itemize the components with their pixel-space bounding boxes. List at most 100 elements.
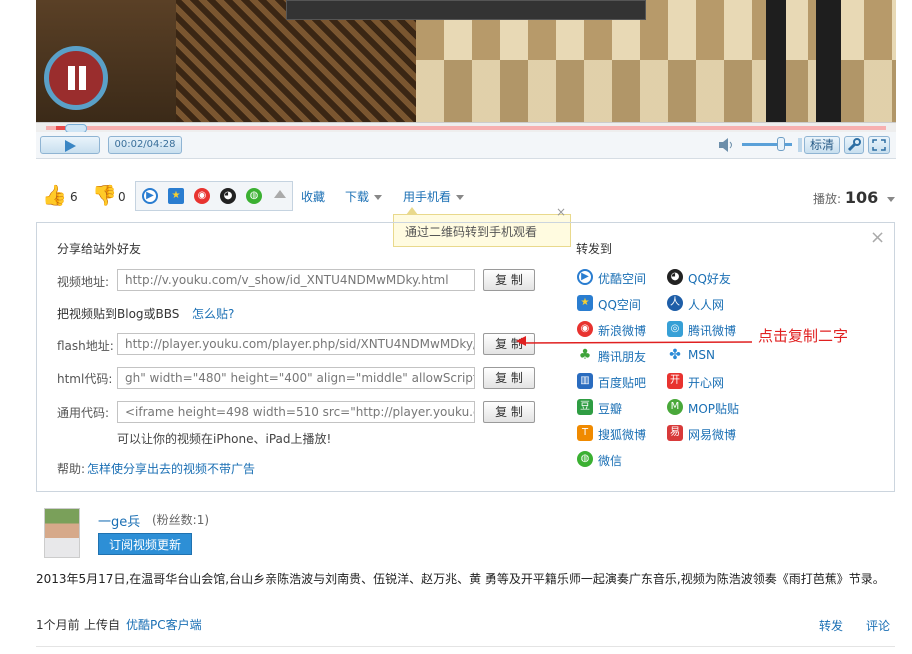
video-description: 2013年5月17日,在温哥华台山会馆,台山乡亲陈浩波与刘南贵、伍锐洋、赵万兆、… xyxy=(36,572,885,586)
youku-icon[interactable]: ▶ xyxy=(142,188,158,204)
youku-space-icon: ▶ xyxy=(577,269,593,285)
avatar[interactable] xyxy=(44,508,80,558)
copy-html-button[interactable]: 复 制 xyxy=(483,367,535,389)
annotation-text: 点击复制二字 xyxy=(758,327,849,345)
expand-arrow-icon[interactable] xyxy=(274,190,286,198)
generic-code-label: 通用代码: xyxy=(57,406,110,420)
download-menu[interactable]: 下载 xyxy=(345,188,383,205)
upload-time: 1个月前 xyxy=(36,618,80,632)
video-url-field[interactable]: http://v.youku.com/v_show/id_XNTU4NDMwMD… xyxy=(117,269,475,291)
forward-qq-friends[interactable]: QQ好友 xyxy=(688,270,731,287)
share-panel xyxy=(36,222,895,492)
forward-baidu-tieba[interactable]: 百度贴吧 xyxy=(598,374,646,391)
favorite-link[interactable]: 收藏 xyxy=(301,188,325,205)
comment-link[interactable]: 评论 xyxy=(866,617,890,634)
video-overlay-bar xyxy=(286,0,646,20)
arrow-head-icon xyxy=(516,336,526,346)
forward-youku-space[interactable]: 优酷空间 xyxy=(598,270,646,287)
tooltip-close-icon[interactable]: × xyxy=(556,205,566,219)
annotation-arrow xyxy=(520,341,752,344)
tencent-weibo-icon: ◎ xyxy=(667,321,683,337)
help-label: 帮助: xyxy=(57,462,86,476)
help-link[interactable]: 怎样使分享出去的视频不带广告 xyxy=(87,460,255,477)
ios-note: 可以让你的视频在iPhone、iPad上播放! xyxy=(117,432,332,446)
settings-button[interactable] xyxy=(844,136,864,154)
qq-icon[interactable]: ◕ xyxy=(220,188,236,204)
forward-title: 转发到 xyxy=(576,242,613,256)
mop-icon: M xyxy=(667,399,683,415)
kaixin-icon: 开 xyxy=(667,373,683,389)
forward-msn[interactable]: MSN xyxy=(688,348,715,362)
client-link[interactable]: 优酷PC客户端 xyxy=(126,616,202,633)
chevron-down-icon xyxy=(456,195,465,200)
forward-douban[interactable]: 豆瓣 xyxy=(598,400,622,417)
forward-tencent-friends[interactable]: 腾讯朋友 xyxy=(598,348,646,365)
repost-link[interactable]: 转发 xyxy=(819,617,843,634)
plays-number: 106 xyxy=(844,188,879,207)
netease-icon: 易 xyxy=(667,425,683,441)
msn-icon: ✤ xyxy=(667,347,683,363)
download-label: 下载 xyxy=(345,190,370,204)
volume-track-end xyxy=(798,138,802,152)
forward-sohu-weibo[interactable]: 搜狐微博 xyxy=(598,426,646,443)
forward-netease-weibo[interactable]: 网易微博 xyxy=(688,426,736,443)
forward-mop[interactable]: MOP贴贴 xyxy=(688,400,739,417)
mobile-label: 用手机看 xyxy=(403,190,452,204)
wechat-icon[interactable]: ◍ xyxy=(246,188,262,204)
flash-url-field[interactable]: http://player.youku.com/player.php/sid/X… xyxy=(117,333,475,355)
fans-count: (粉丝数:1) xyxy=(152,513,210,527)
forward-renren[interactable]: 人人网 xyxy=(688,296,724,313)
dislike-count: 0 xyxy=(118,190,126,204)
forward-sina-weibo[interactable]: 新浪微博 xyxy=(598,322,646,339)
blog-title: 把视频贴到Blog或BBS xyxy=(57,307,180,321)
forward-wechat[interactable]: 微信 xyxy=(598,452,622,469)
quality-button[interactable]: 标清 xyxy=(804,136,840,154)
how-to-link[interactable]: 怎么贴? xyxy=(192,305,234,322)
qzone-icon[interactable]: ★ xyxy=(168,188,184,204)
chevron-down-icon[interactable] xyxy=(887,197,896,202)
wrench-icon xyxy=(847,138,861,152)
uploaded-from-label: 上传自 xyxy=(84,618,121,632)
qq-icon: ◕ xyxy=(667,269,683,285)
play-count: 播放: 106 xyxy=(813,188,896,207)
qzone-icon: ★ xyxy=(577,295,593,311)
forward-tencent-weibo[interactable]: 腾讯微博 xyxy=(688,322,736,339)
chevron-down-icon xyxy=(374,195,383,200)
weibo-icon: ◉ xyxy=(577,321,593,337)
sohu-icon: T xyxy=(577,425,593,441)
fullscreen-icon xyxy=(872,139,886,151)
subscribe-button[interactable]: 订阅视频更新 xyxy=(98,533,192,555)
weibo-icon[interactable]: ◉ xyxy=(194,188,210,204)
copy-video-url-button[interactable]: 复 制 xyxy=(483,269,535,291)
player-controls: 00:02/04:28 标清 xyxy=(36,132,896,159)
close-icon[interactable]: × xyxy=(870,227,885,248)
clover-icon: ♣ xyxy=(577,347,593,363)
play-button[interactable] xyxy=(40,136,100,154)
wechat-icon: ◍ xyxy=(577,451,593,467)
mobile-view-menu[interactable]: 用手机看 xyxy=(403,188,465,205)
volume-icon[interactable] xyxy=(718,138,736,152)
html-code-field[interactable]: gh" width="480" height="400" align="midd… xyxy=(117,367,475,389)
douban-icon: 豆 xyxy=(577,399,593,415)
fullscreen-button[interactable] xyxy=(868,136,890,154)
plays-label: 播放: xyxy=(813,192,842,206)
flash-label: flash地址: xyxy=(57,339,114,353)
copy-generic-button[interactable]: 复 制 xyxy=(483,401,535,423)
forward-kaixin[interactable]: 开心网 xyxy=(688,374,724,391)
generic-code-field[interactable]: <iframe height=498 width=510 src="http:/… xyxy=(117,401,475,423)
time-display: 00:02/04:28 xyxy=(108,136,182,154)
video-frame[interactable] xyxy=(36,0,896,122)
video-url-label: 视频地址: xyxy=(57,275,110,289)
uploader-name[interactable]: 一ge兵 xyxy=(98,511,140,530)
volume-handle[interactable] xyxy=(777,137,785,151)
thumbs-up-icon[interactable]: 👍 xyxy=(42,183,67,207)
copy-flash-button[interactable]: 复 制 xyxy=(483,333,535,355)
html-label: html代码: xyxy=(57,372,113,386)
share-title: 分享给站外好友 xyxy=(57,242,142,256)
renren-icon: 人 xyxy=(667,295,683,311)
quick-share-bar: ▶ ★ ◉ ◕ ◍ xyxy=(135,181,293,211)
pause-icon[interactable] xyxy=(44,46,108,110)
forward-qzone[interactable]: QQ空间 xyxy=(598,296,641,313)
divider xyxy=(36,646,895,647)
thumbs-down-icon[interactable]: 👎 xyxy=(92,183,117,207)
